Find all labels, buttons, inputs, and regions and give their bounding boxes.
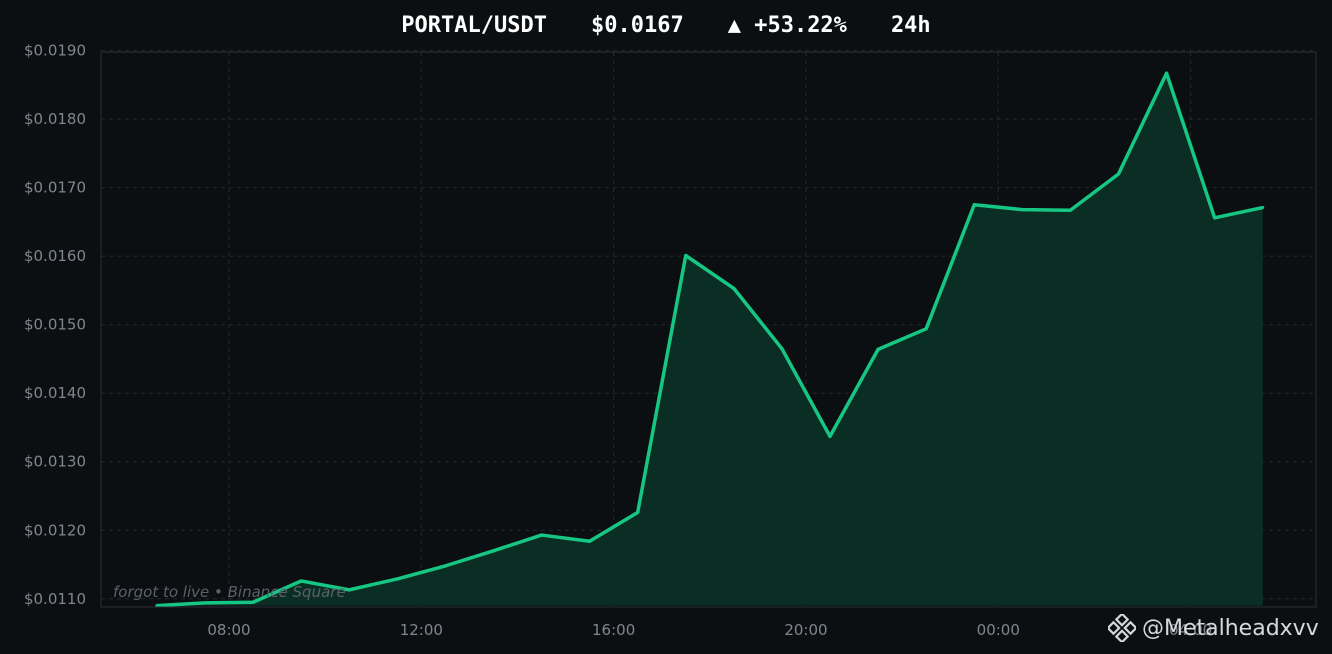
y-tick-label: $0.0150 (24, 316, 86, 334)
binance-logo-icon (1108, 614, 1136, 642)
price-point (636, 510, 640, 514)
price-chart: $0.0110 $0.0120 $0.0130 $0.0140 $0.0150 $0.01… (24, 42, 1317, 639)
price-point (972, 203, 976, 207)
y-tick-label: $0.0170 (24, 179, 86, 197)
price-point (1261, 206, 1265, 210)
price-point (828, 434, 832, 438)
y-tick-label: $0.0110 (24, 590, 86, 608)
x-tick-label: 12:00 (400, 621, 443, 639)
price-point (299, 579, 303, 583)
price-point (540, 533, 544, 537)
price-point (1116, 172, 1120, 176)
x-tick-label: 08:00 (207, 621, 250, 639)
price-point (1068, 208, 1072, 212)
price-point (443, 564, 447, 568)
x-tick-label: 20:00 (784, 621, 827, 639)
y-tick-label: $0.0180 (24, 110, 86, 128)
y-tick-label: $0.0160 (24, 247, 86, 265)
price-area-fill (156, 73, 1263, 606)
price-point (203, 601, 207, 605)
price-point (491, 549, 495, 553)
price-point (1165, 71, 1169, 75)
price-point (684, 254, 688, 257)
author-handle: @Metalheadxvv (1142, 615, 1319, 641)
price-point (1213, 216, 1217, 220)
x-axis: 08:00 12:00 16:00 20:00 00:00 04:00 (207, 621, 1212, 639)
x-tick-label: 00:00 (977, 621, 1020, 639)
price-point (732, 286, 736, 290)
source-watermark: forgot to live • Binance Square (113, 583, 346, 601)
price-point (924, 327, 928, 331)
y-tick-label: $0.0120 (24, 521, 86, 539)
price-point (780, 347, 784, 351)
price-point (588, 539, 592, 543)
price-point (395, 577, 399, 581)
y-axis: $0.0110 $0.0120 $0.0130 $0.0140 $0.0150 $0.01… (24, 42, 86, 608)
price-point (347, 588, 351, 592)
price-point (876, 347, 880, 351)
author-badge: @Metalheadxvv (1108, 614, 1319, 642)
price-point (1020, 208, 1024, 212)
price-point (251, 600, 255, 604)
x-tick-label: 16:00 (592, 621, 635, 639)
y-tick-label: $0.0190 (24, 42, 86, 60)
y-tick-label: $0.0140 (24, 384, 86, 402)
y-tick-label: $0.0130 (24, 453, 86, 471)
